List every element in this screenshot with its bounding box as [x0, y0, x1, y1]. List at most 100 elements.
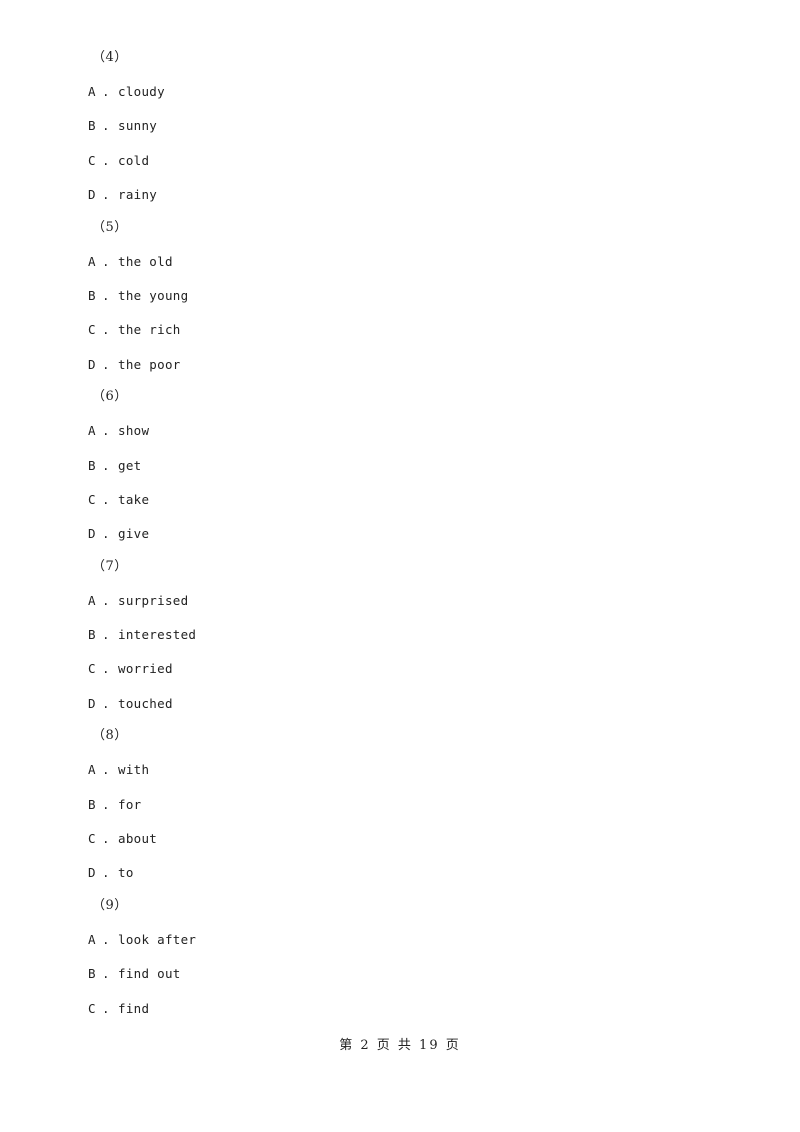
- option-text: to: [118, 865, 134, 881]
- answer-option: D. to: [88, 863, 728, 883]
- answer-option: A. the old: [88, 252, 728, 272]
- option-letter: D: [88, 865, 96, 881]
- question-block: （5） A. the old B. the young C. the rich D. the p…: [88, 218, 728, 375]
- question-number: （5）: [92, 219, 128, 235]
- option-separator: .: [102, 457, 110, 473]
- option-separator: .: [102, 287, 110, 303]
- answer-option: D. the poor: [88, 355, 728, 375]
- option-text: for: [118, 796, 142, 812]
- option-separator: .: [102, 865, 110, 881]
- option-separator: .: [102, 762, 110, 778]
- question-block: （6） A. show B. get C. take D. give: [88, 387, 728, 544]
- option-letter: B: [88, 457, 96, 473]
- question-block: （7） A. surprised B. interested C. worried D. tou…: [88, 557, 728, 714]
- answer-option: B. get: [88, 456, 728, 476]
- question-block: （9） A. look after B. find out C. find: [88, 896, 728, 1019]
- option-text: touched: [118, 695, 173, 711]
- option-separator: .: [102, 695, 110, 711]
- answer-option: B. sunny: [88, 116, 728, 136]
- option-separator: .: [102, 526, 110, 542]
- option-letter: C: [88, 661, 96, 677]
- answer-option: C. about: [88, 829, 728, 849]
- answer-option: C. cold: [88, 151, 728, 171]
- option-text: the poor: [118, 356, 181, 372]
- option-letter: B: [88, 627, 96, 643]
- option-separator: .: [102, 966, 110, 982]
- answer-option: A. show: [88, 421, 728, 441]
- answer-option: D. touched: [88, 694, 728, 714]
- option-letter: B: [88, 287, 96, 303]
- option-separator: .: [102, 661, 110, 677]
- option-separator: .: [102, 356, 110, 372]
- option-separator: .: [102, 322, 110, 338]
- option-separator: .: [102, 831, 110, 847]
- option-letter: D: [88, 526, 96, 542]
- question-number: （9）: [92, 897, 128, 913]
- option-letter: A: [88, 931, 96, 947]
- option-separator: .: [102, 1000, 110, 1016]
- question-number: （6）: [92, 389, 128, 405]
- option-text: find: [118, 1000, 150, 1016]
- option-separator: .: [102, 796, 110, 812]
- option-letter: A: [88, 762, 96, 778]
- answer-option: A. with: [88, 760, 728, 780]
- option-text: surprised: [118, 592, 189, 608]
- option-text: interested: [118, 627, 197, 643]
- option-letter: D: [88, 187, 96, 203]
- answer-option: C. worried: [88, 659, 728, 679]
- option-text: rainy: [118, 187, 158, 203]
- option-separator: .: [102, 931, 110, 947]
- option-letter: B: [88, 966, 96, 982]
- option-letter: C: [88, 831, 96, 847]
- question-block: （4） A. cloudy B. sunny C. cold D. rainy: [88, 48, 728, 205]
- answer-option: B. interested: [88, 625, 728, 645]
- answer-option: B. the young: [88, 286, 728, 306]
- page-footer: 第 2 页 共 19 页: [339, 1038, 461, 1053]
- option-text: get: [118, 457, 142, 473]
- answer-option: D. give: [88, 524, 728, 544]
- question-number: （7）: [92, 558, 128, 574]
- option-separator: .: [102, 627, 110, 643]
- question-block: （8） A. with B. for C. about D. to: [88, 726, 728, 883]
- answer-option: C. the rich: [88, 320, 728, 340]
- question-number: （8）: [92, 728, 128, 744]
- answer-option: B. for: [88, 795, 728, 815]
- option-text: cloudy: [118, 84, 165, 99]
- option-text: cold: [118, 152, 150, 168]
- option-separator: .: [102, 491, 110, 507]
- answer-option: B. find out: [88, 964, 728, 984]
- option-separator: .: [102, 423, 110, 439]
- answer-option: D. rainy: [88, 185, 728, 205]
- option-letter: C: [88, 152, 96, 168]
- option-letter: A: [88, 592, 96, 608]
- answer-option: A. cloudy: [88, 82, 728, 102]
- option-text: find out: [118, 966, 181, 982]
- option-text: give: [118, 526, 150, 542]
- option-text: worried: [118, 661, 173, 677]
- option-text: the old: [118, 253, 173, 269]
- option-separator: .: [102, 592, 110, 608]
- option-separator: .: [102, 253, 110, 269]
- option-letter: B: [88, 118, 96, 134]
- option-text: show: [118, 423, 150, 439]
- option-letter: D: [88, 695, 96, 711]
- option-separator: .: [102, 84, 110, 99]
- option-separator: .: [102, 118, 110, 134]
- option-letter: B: [88, 796, 96, 812]
- option-separator: .: [102, 152, 110, 168]
- answer-option: C. take: [88, 490, 728, 510]
- option-letter: C: [88, 1000, 96, 1016]
- option-text: the young: [118, 287, 189, 303]
- answer-option: A. look after: [88, 930, 728, 950]
- option-text: sunny: [118, 118, 158, 134]
- option-text: take: [118, 491, 150, 507]
- option-letter: C: [88, 491, 96, 507]
- option-letter: A: [88, 84, 96, 99]
- option-letter: C: [88, 322, 96, 338]
- option-separator: .: [102, 187, 110, 203]
- option-letter: A: [88, 253, 96, 269]
- question-list: （4） A. cloudy B. sunny C. cold D. rainy （5） A. the …: [88, 48, 728, 1033]
- option-text: the rich: [118, 322, 181, 338]
- answer-option: A. surprised: [88, 591, 728, 611]
- option-text: look after: [118, 931, 197, 947]
